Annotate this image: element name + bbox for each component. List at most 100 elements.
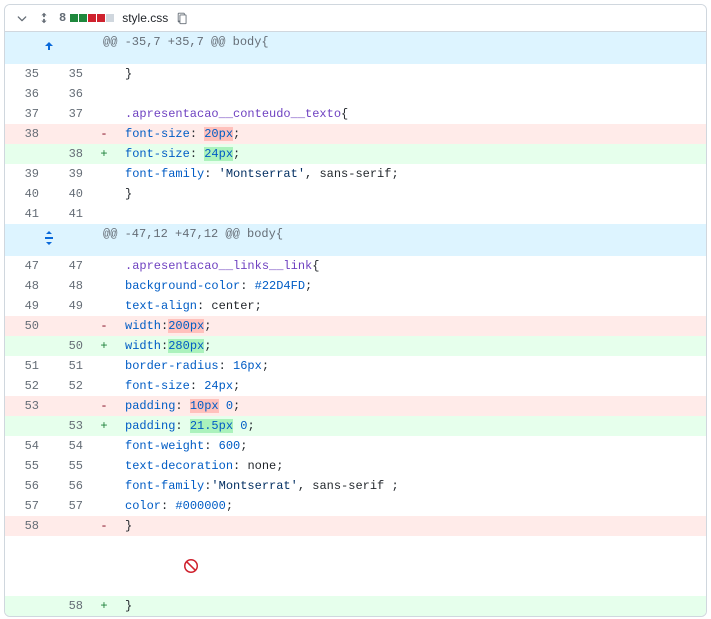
css-value: 10px xyxy=(190,399,219,413)
css-prop: font-family xyxy=(125,479,204,493)
brace: } xyxy=(125,187,132,201)
new-ln[interactable]: 55 xyxy=(49,456,93,476)
diff-marker: - xyxy=(93,124,115,144)
new-ln[interactable]: 48 xyxy=(49,276,93,296)
code-cell xyxy=(115,204,706,224)
hunk-text: @@ -35,7 +35,7 @@ body{ xyxy=(93,32,706,64)
new-ln[interactable]: 39 xyxy=(49,164,93,184)
diff-row: 54 54 font-weight: 600; xyxy=(5,436,706,456)
old-ln[interactable]: 49 xyxy=(5,296,49,316)
new-ln xyxy=(49,124,93,144)
css-prop: font-weight xyxy=(125,439,204,453)
old-ln[interactable]: 56 xyxy=(5,476,49,496)
css-prop: width xyxy=(125,319,161,333)
code-cell: text-align: center; xyxy=(115,296,706,316)
old-ln[interactable]: 58 xyxy=(5,516,49,536)
old-ln[interactable]: 39 xyxy=(5,164,49,184)
new-ln[interactable]: 53 xyxy=(49,416,93,436)
old-ln[interactable]: 55 xyxy=(5,456,49,476)
diffstat: 8 xyxy=(59,11,114,25)
css-value: 600 xyxy=(219,439,241,453)
diff-row: 36 36 xyxy=(5,84,706,104)
diff-row: 37 37 .apresentacao__conteudo__texto{ xyxy=(5,104,706,124)
file-name[interactable]: style.css xyxy=(122,11,168,25)
new-ln[interactable]: 54 xyxy=(49,436,93,456)
new-ln[interactable]: 56 xyxy=(49,476,93,496)
old-ln[interactable]: 40 xyxy=(5,184,49,204)
css-value: 24px xyxy=(204,379,233,393)
css-value: none xyxy=(247,459,276,473)
diff-marker: + xyxy=(93,416,115,436)
code-cell: color: #000000; xyxy=(115,496,706,516)
css-value: center xyxy=(211,299,254,313)
diff-marker: + xyxy=(93,596,115,616)
css-value: #000000 xyxy=(175,499,225,513)
brace: } xyxy=(125,67,132,81)
old-ln[interactable]: 38 xyxy=(5,124,49,144)
chevron-down-icon[interactable] xyxy=(15,11,29,25)
diff-row: 56 56 font-family:'Montserrat', sans-ser… xyxy=(5,476,706,496)
code-cell: font-weight: 600; xyxy=(115,436,706,456)
new-ln[interactable]: 58 xyxy=(49,596,93,616)
new-ln[interactable]: 41 xyxy=(49,204,93,224)
diff-marker xyxy=(93,64,115,84)
diff-marker: - xyxy=(93,516,115,536)
new-ln[interactable]: 37 xyxy=(49,104,93,124)
expand-up-icon[interactable] xyxy=(38,35,60,57)
brace: } xyxy=(125,519,132,533)
code-cell: } xyxy=(115,516,706,536)
diffstat-count: 8 xyxy=(59,11,66,25)
old-ln[interactable]: 52 xyxy=(5,376,49,396)
css-value: 16px xyxy=(233,359,262,373)
code-cell: width:280px; xyxy=(115,336,706,356)
diff-row: 52 52 font-size: 24px; xyxy=(5,376,706,396)
css-value: 24px xyxy=(204,147,233,161)
diffstat-add-block xyxy=(70,14,78,22)
old-ln[interactable]: 51 xyxy=(5,356,49,376)
css-prop: text-decoration xyxy=(125,459,233,473)
new-ln[interactable]: 50 xyxy=(49,336,93,356)
old-ln[interactable]: 50 xyxy=(5,316,49,336)
code-cell: } xyxy=(115,64,706,84)
new-ln[interactable]: 38 xyxy=(49,144,93,164)
old-ln[interactable]: 36 xyxy=(5,84,49,104)
code-cell: text-decoration: none; xyxy=(115,456,706,476)
diff-row: 49 49 text-align: center; xyxy=(5,296,706,316)
diffstat-neutral-block xyxy=(106,14,114,22)
new-ln[interactable]: 52 xyxy=(49,376,93,396)
new-ln[interactable]: 57 xyxy=(49,496,93,516)
old-ln[interactable]: 41 xyxy=(5,204,49,224)
copy-icon[interactable] xyxy=(176,11,190,25)
old-ln xyxy=(5,144,49,164)
old-ln[interactable]: 37 xyxy=(5,104,49,124)
new-ln[interactable]: 40 xyxy=(49,184,93,204)
new-ln[interactable]: 35 xyxy=(49,64,93,84)
old-ln[interactable]: 54 xyxy=(5,436,49,456)
css-value: 'Montserrat' xyxy=(211,479,297,493)
diffstat-del-block xyxy=(88,14,96,22)
old-ln[interactable]: 35 xyxy=(5,64,49,84)
old-ln[interactable]: 53 xyxy=(5,396,49,416)
new-ln[interactable]: 47 xyxy=(49,256,93,276)
code-cell: background-color: #22D4FD; xyxy=(115,276,706,296)
selector: .apresentacao__conteudo__texto xyxy=(125,107,341,121)
code-cell: font-family: 'Montserrat', sans-serif; xyxy=(115,164,706,184)
old-ln[interactable]: 47 xyxy=(5,256,49,276)
code-cell: font-size: 20px; xyxy=(115,124,706,144)
diff-row: 39 39 font-family: 'Montserrat', sans-se… xyxy=(5,164,706,184)
code-cell: font-family:'Montserrat', sans-serif ; xyxy=(115,476,706,496)
diff-row-addition: 38 + font-size: 24px; xyxy=(5,144,706,164)
css-prop: border-radius xyxy=(125,359,219,373)
new-ln[interactable]: 49 xyxy=(49,296,93,316)
selector: .apresentacao__links__link xyxy=(125,259,312,273)
css-prop: color xyxy=(125,499,161,513)
code-cell: font-size: 24px; xyxy=(115,376,706,396)
old-ln[interactable]: 48 xyxy=(5,276,49,296)
old-ln[interactable]: 57 xyxy=(5,496,49,516)
new-ln[interactable]: 36 xyxy=(49,84,93,104)
css-value: 21.5px xyxy=(190,419,233,433)
new-ln[interactable]: 51 xyxy=(49,356,93,376)
file-header: 8 style.css xyxy=(5,5,706,32)
expand-both-icon[interactable] xyxy=(38,227,60,249)
expand-all-icon[interactable] xyxy=(37,11,51,25)
